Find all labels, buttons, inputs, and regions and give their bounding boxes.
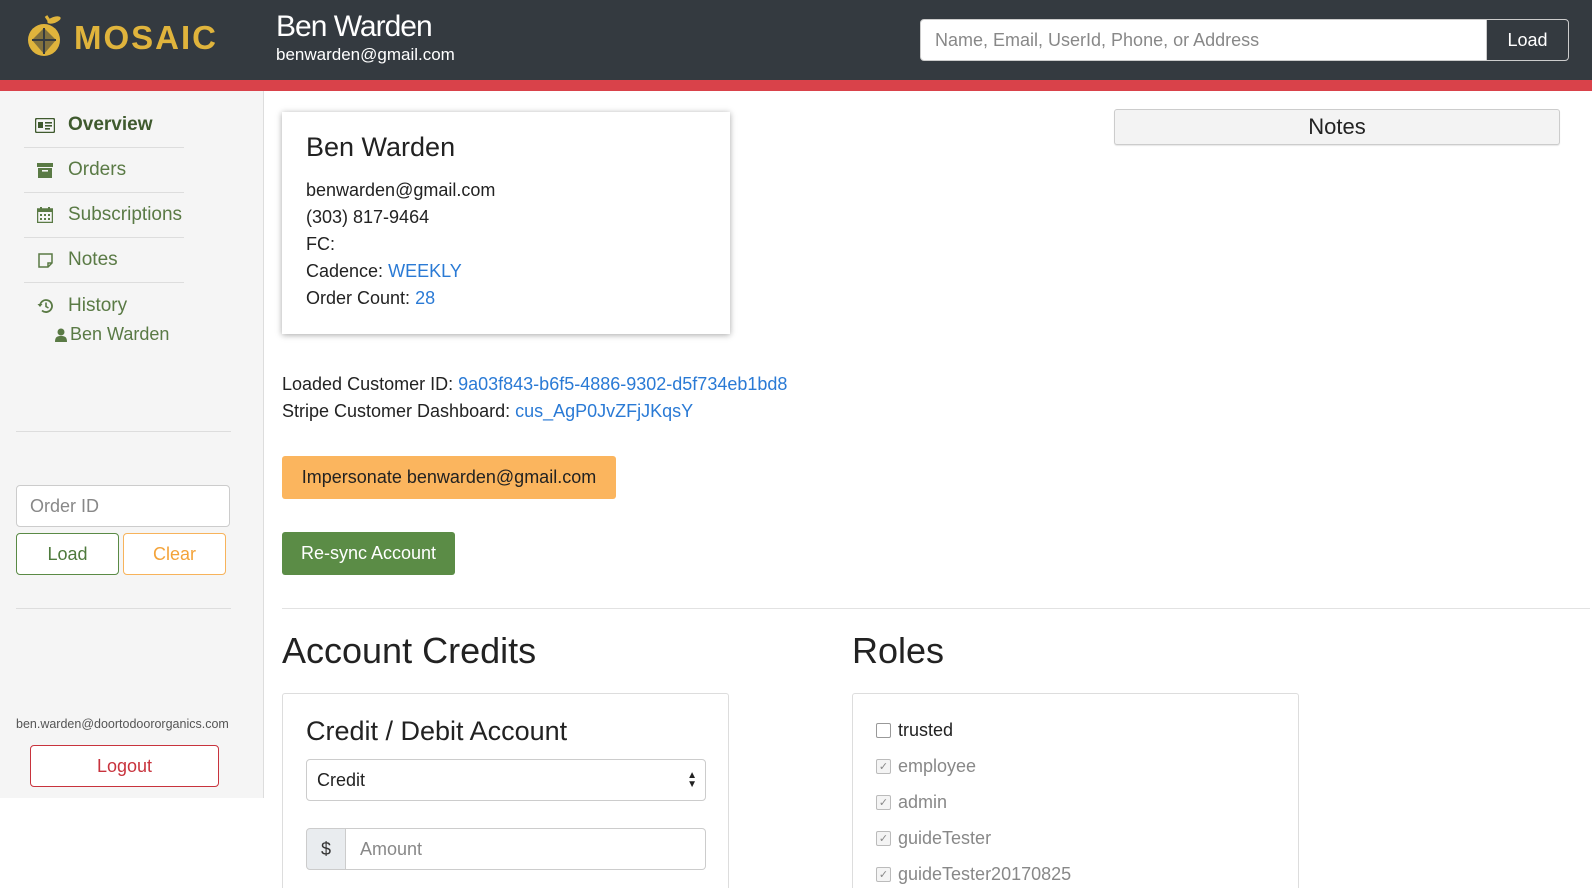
note-icon — [34, 251, 56, 269]
role-checkbox[interactable] — [876, 723, 891, 738]
order-id-input[interactable] — [16, 485, 230, 527]
credit-type-value: Credit — [317, 770, 366, 790]
role-checkbox[interactable]: ✓ — [876, 759, 891, 774]
role-label: guideTester20170825 — [898, 864, 1072, 884]
calendar-icon — [34, 206, 56, 224]
stripe-dashboard: Stripe Customer Dashboard: cus_AgP0JvZFj… — [282, 401, 693, 422]
search-load-button[interactable]: Load — [1486, 19, 1569, 61]
select-arrows-icon: ▲ ▼ — [687, 770, 697, 790]
logo-icon — [28, 15, 61, 56]
archive-icon — [34, 161, 56, 179]
customer-email: benwarden@gmail.com — [306, 180, 496, 200]
credit-debit-title: Credit / Debit Account — [306, 716, 568, 746]
history-user-link[interactable]: Ben Warden — [55, 324, 169, 345]
sidebar-item-label: Notes — [68, 249, 118, 270]
order-count-link[interactable]: 28 — [415, 288, 435, 308]
sidebar-item-history[interactable]: History — [24, 283, 184, 328]
role-label: trusted — [898, 720, 954, 740]
loaded-customer-id: Loaded Customer ID: 9a03f843-b6f5-4886-9… — [282, 374, 787, 395]
header-accent-bar — [0, 80, 1592, 91]
sidebar-item-label: Orders — [68, 159, 127, 180]
mosaic-logo[interactable]: MOSAIC — [24, 14, 218, 62]
sidebar: Overview Orders Subscriptions Notes Hist… — [0, 91, 264, 798]
resync-account-button[interactable]: Re-sync Account — [282, 532, 455, 575]
sidebar-item-label: Subscriptions — [68, 204, 183, 225]
sidebar-item-label: History — [68, 294, 128, 316]
currency-addon: $ — [306, 828, 346, 870]
customer-search-input[interactable] — [920, 19, 1487, 61]
sidebar-item-subscriptions[interactable]: Subscriptions — [24, 193, 184, 238]
header-user-email: benwarden@gmail.com — [276, 45, 455, 64]
order-clear-button[interactable]: Clear — [123, 533, 226, 575]
cadence-link[interactable]: WEEKLY — [388, 261, 462, 281]
sidebar-item-overview[interactable]: Overview — [24, 103, 184, 148]
role-guide-tester[interactable]: ✓ guideTester — [876, 828, 991, 849]
loaded-id-link[interactable]: 9a03f843-b6f5-4886-9302-d5f734eb1bd8 — [458, 374, 787, 394]
amount-input[interactable] — [346, 828, 706, 870]
customer-phone: (303) 817-9464 — [306, 207, 430, 227]
role-checkbox[interactable]: ✓ — [876, 795, 891, 810]
roles-heading: Roles — [852, 630, 945, 671]
role-label: guideTester — [898, 828, 992, 848]
logo-text: MOSAIC — [74, 19, 218, 56]
loaded-id-label: Loaded Customer ID: — [282, 374, 454, 394]
order-count-label: Order Count: — [306, 288, 411, 308]
user-icon — [55, 328, 67, 342]
role-guide-tester-20170825[interactable]: ✓ guideTester20170825 — [876, 864, 1071, 885]
credit-type-select[interactable]: Credit ▲ ▼ — [306, 759, 706, 801]
notes-header[interactable]: Notes — [1114, 109, 1560, 145]
impersonate-button[interactable]: Impersonate benwarden@gmail.com — [282, 456, 616, 499]
logout-button[interactable]: Logout — [30, 745, 219, 787]
top-header: MOSAIC Ben Warden benwarden@gmail.com Lo… — [0, 0, 1592, 80]
header-user-name: Ben Warden — [276, 10, 433, 43]
stripe-link[interactable]: cus_AgP0JvZFjJKqsY — [515, 401, 693, 421]
role-label: admin — [898, 792, 948, 812]
customer-order-count: Order Count: 28 — [306, 288, 435, 309]
sidebar-item-label: Overview — [68, 114, 153, 135]
amount-input-group: $ — [306, 828, 706, 870]
stripe-label: Stripe Customer Dashboard: — [282, 401, 511, 421]
cadence-label: Cadence: — [306, 261, 384, 281]
roles-panel: trusted ✓ employee ✓ admin ✓ guideTester… — [852, 693, 1299, 888]
customer-cadence: Cadence: WEEKLY — [306, 261, 462, 282]
order-load-button[interactable]: Load — [16, 533, 119, 575]
history-user-label: Ben Warden — [70, 324, 170, 344]
history-icon — [34, 297, 56, 315]
credit-debit-panel: Credit / Debit Account Credit ▲ ▼ $ — [282, 693, 729, 888]
sidebar-item-orders[interactable]: Orders — [24, 148, 184, 193]
role-checkbox[interactable]: ✓ — [876, 867, 891, 882]
account-credits-heading: Account Credits — [282, 630, 537, 671]
customer-fc: FC: — [306, 234, 335, 254]
role-admin[interactable]: ✓ admin — [876, 792, 947, 813]
sidebar-divider — [16, 608, 231, 609]
role-label: employee — [898, 756, 977, 776]
customer-card: Ben Warden benwarden@gmail.com (303) 817… — [282, 112, 730, 334]
id-card-icon — [34, 116, 56, 134]
section-divider — [282, 608, 1590, 609]
sidebar-divider — [16, 431, 231, 432]
sidebar-item-notes[interactable]: Notes — [24, 238, 184, 283]
logged-in-email: ben.warden@doortodoororganics.com — [16, 717, 229, 731]
role-checkbox[interactable]: ✓ — [876, 831, 891, 846]
role-employee[interactable]: ✓ employee — [876, 756, 976, 777]
role-trusted[interactable]: trusted — [876, 720, 953, 741]
customer-name: Ben Warden — [306, 132, 456, 162]
